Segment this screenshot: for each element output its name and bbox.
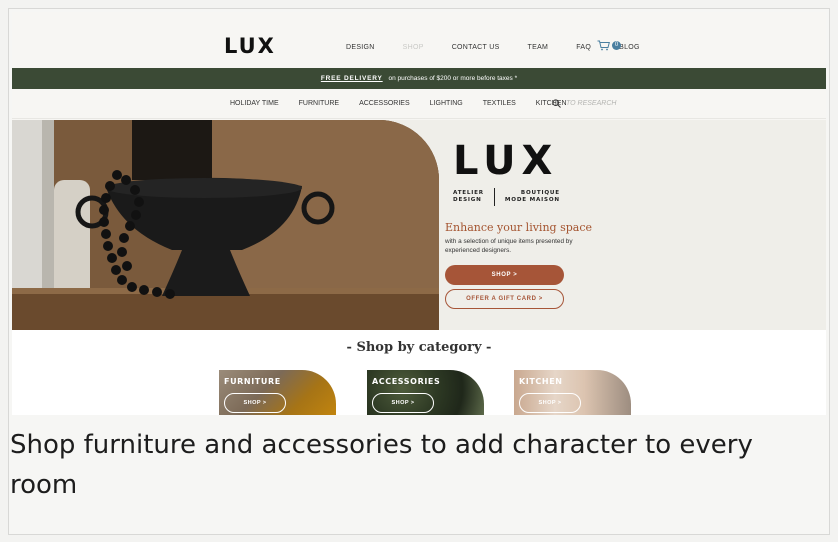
search-input[interactable]: TO RESEARCH [552, 99, 616, 108]
hero-brand: LUX [453, 138, 559, 184]
category-shop-button[interactable]: SHOP > [519, 393, 581, 413]
site-header: LUX DESIGN SHOP CONTACT US TEAM FAQ BLOG… [12, 12, 826, 68]
category-card-accessories[interactable]: ACCESSORIES SHOP > [367, 370, 484, 415]
catnav-holiday[interactable]: HOLIDAY TIME [230, 100, 279, 107]
search-placeholder: TO RESEARCH [566, 100, 617, 107]
category-nav: HOLIDAY TIME FURNITURE ACCESSORIES LIGHT… [12, 89, 826, 119]
promo-highlight[interactable]: FREE DELIVERY [321, 75, 383, 82]
gift-card-button[interactable]: OFFER A GIFT CARD > [445, 289, 564, 309]
category-card-kitchen[interactable]: KITCHEN SHOP > [514, 370, 631, 415]
category-label: FURNITURE [224, 377, 281, 386]
shop-button[interactable]: SHOP > [445, 265, 564, 285]
hero-tagline: Enhance your living space [445, 221, 592, 234]
website: LUX DESIGN SHOP CONTACT US TEAM FAQ BLOG… [12, 12, 826, 415]
sub-right-1: BOUTIQUE [520, 190, 560, 196]
hero-description: with a selection of unique items present… [445, 238, 573, 254]
nav-contact[interactable]: CONTACT US [452, 44, 500, 51]
sub-right-2: MODE MAISON [504, 197, 560, 203]
hero-brand-sub: ATELIER DESIGN BOUTIQUE MODE MAISON [453, 188, 560, 206]
nav-faq[interactable]: FAQ [576, 44, 591, 51]
sub-left-2: DESIGN [453, 197, 482, 203]
category-shop-button[interactable]: SHOP > [224, 393, 286, 413]
category-title: - Shop by category - [346, 340, 492, 355]
category-label: KITCHEN [519, 377, 563, 386]
sub-left-1: ATELIER [453, 190, 484, 196]
category-label: ACCESSORIES [372, 377, 441, 386]
cart-icon [597, 40, 610, 51]
cart-button[interactable]: 0 [597, 40, 621, 51]
cart-count-badge: 0 [612, 41, 621, 50]
caption-text: Shop furniture and accessories to add ch… [10, 430, 753, 500]
hero-photo [12, 120, 439, 330]
nav-shop[interactable]: SHOP [403, 44, 424, 51]
promo-text: on purchases of $200 or more before taxe… [388, 75, 518, 82]
category-section: - Shop by category - FURNITURE SHOP > AC… [12, 330, 826, 415]
hero-section: LUX ATELIER DESIGN BOUTIQUE MODE MAISON … [12, 120, 826, 330]
promo-banner: FREE DELIVERY on purchases of $200 or mo… [12, 68, 826, 89]
catnav-accessories[interactable]: ACCESSORIES [359, 100, 410, 107]
search-icon [552, 99, 561, 108]
nav-blog[interactable]: BLOG [619, 44, 640, 51]
catnav-lighting[interactable]: LIGHTING [430, 100, 463, 107]
catnav-furniture[interactable]: FURNITURE [299, 100, 339, 107]
category-shop-button[interactable]: SHOP > [372, 393, 434, 413]
logo[interactable]: LUX [224, 34, 276, 58]
category-card-furniture[interactable]: FURNITURE SHOP > [219, 370, 336, 415]
catnav-textiles[interactable]: TEXTILES [483, 100, 516, 107]
hero-image [12, 120, 439, 330]
nav-design[interactable]: DESIGN [346, 44, 375, 51]
brand-divider [493, 188, 495, 206]
nav-team[interactable]: TEAM [528, 44, 549, 51]
